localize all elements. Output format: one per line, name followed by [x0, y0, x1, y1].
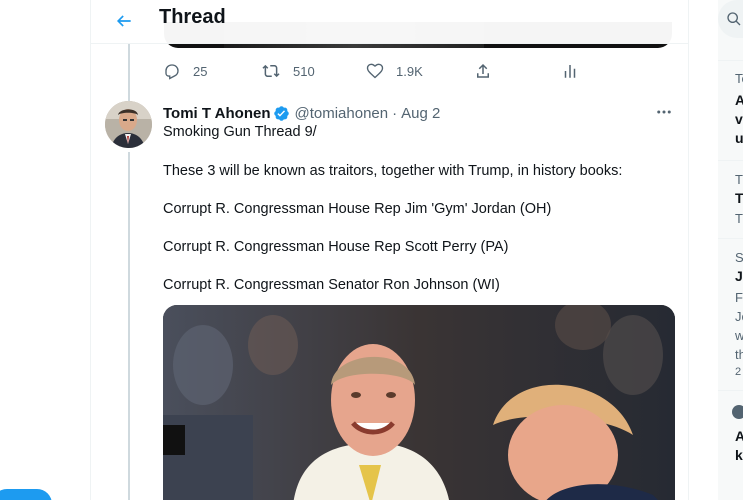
page-title: Thread: [159, 6, 226, 28]
compose-tweet-button[interactable]: [0, 489, 52, 500]
thread-connector-line: [128, 152, 130, 500]
reply-count: 25: [193, 63, 208, 79]
divider: [718, 60, 743, 61]
retweet-count: 510: [293, 63, 315, 79]
author-name[interactable]: Tomi T Ahonen: [163, 105, 270, 122]
trend-line[interactable]: T: [735, 190, 743, 206]
thread-header: Thread: [91, 0, 688, 44]
trend-line: T: [735, 211, 743, 226]
tweet-text-line: Corrupt R. Congressman House Rep Scott P…: [163, 239, 509, 255]
divider: [718, 160, 743, 161]
back-button[interactable]: [107, 4, 141, 38]
trend-line: Jo: [735, 309, 743, 324]
tweet-text-line: These 3 will be known as traitors, toget…: [163, 163, 623, 179]
reply-button[interactable]: 25: [163, 58, 207, 84]
account-avatar: [732, 405, 743, 419]
analytics-button[interactable]: [561, 58, 591, 84]
author-handle[interactable]: @tomiahonen: [294, 105, 388, 122]
search-icon: [727, 12, 741, 26]
retweet-button[interactable]: 510: [261, 58, 315, 84]
verified-badge-icon: [273, 105, 290, 122]
left-navigation-gutter: [0, 0, 90, 500]
trend-line[interactable]: A: [735, 428, 743, 444]
divider: [718, 390, 743, 391]
trend-meta: Tr: [735, 172, 743, 187]
trend-line: 2: [735, 366, 742, 378]
trend-line[interactable]: k: [735, 447, 743, 463]
divider: [718, 238, 743, 239]
analytics-icon: [564, 65, 576, 78]
share-icon: [477, 63, 489, 78]
trend-line[interactable]: v: [735, 111, 743, 127]
thread-column: Thread 25 510 1.9K Tomi T Ahonen @tomiah…: [90, 0, 689, 500]
tweet-text-line: Corrupt R. Congressman Senator Ron Johns…: [163, 277, 500, 293]
photo-content: [163, 305, 675, 500]
tweet-header: Tomi T Ahonen @tomiahonen · Aug 2: [163, 103, 440, 123]
thread-connector-line: [128, 44, 130, 104]
trend-meta: Te: [735, 71, 743, 86]
like-count: 1.9K: [396, 63, 423, 79]
more-options-button[interactable]: [652, 102, 676, 122]
right-sidebar: Te A v u Tr T T S J F Jo w th 2 A k: [718, 0, 743, 500]
trend-line[interactable]: A: [735, 92, 743, 108]
tweet-text-line: Corrupt R. Congressman House Rep Jim 'Gy…: [163, 201, 552, 217]
reply-icon: [165, 64, 179, 80]
retweet-icon: [262, 64, 280, 78]
tweet-date[interactable]: Aug 2: [401, 105, 440, 122]
avatar[interactable]: [105, 101, 152, 148]
like-icon: [366, 63, 384, 79]
trend-line: w: [735, 328, 743, 343]
tweet-photo[interactable]: [163, 305, 675, 500]
trend-line: th: [735, 347, 743, 362]
avatar-photo: [105, 101, 152, 148]
trend-line[interactable]: u: [735, 130, 743, 146]
separator-dot: ·: [392, 104, 398, 122]
back-arrow-icon: [116, 15, 131, 27]
trend-line[interactable]: J: [735, 268, 743, 284]
share-button[interactable]: [474, 58, 504, 84]
tweet-text-line: Smoking Gun Thread 9/: [163, 124, 317, 140]
like-button[interactable]: 1.9K: [366, 58, 423, 84]
more-icon: [657, 110, 671, 114]
trend-line: F: [735, 290, 743, 305]
trend-meta: S: [735, 250, 743, 265]
search-box[interactable]: [718, 0, 743, 38]
previous-tweet-actions: 25 510 1.9K: [163, 58, 583, 84]
